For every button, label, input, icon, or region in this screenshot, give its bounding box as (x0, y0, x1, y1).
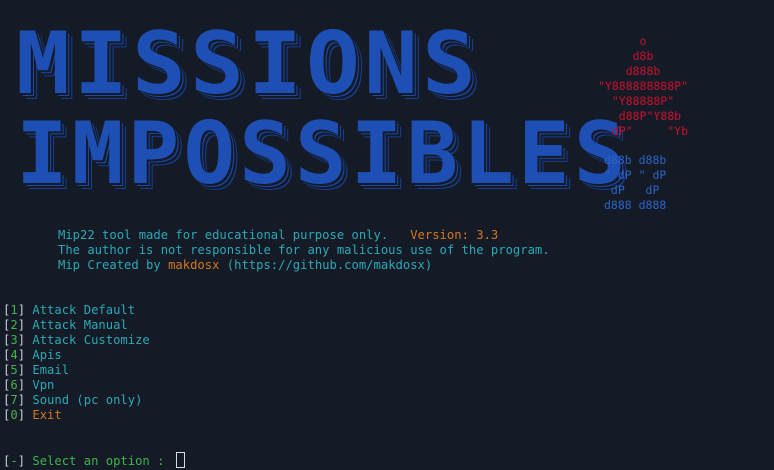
ascii-art-blue-logo: d88b d88b " dP " dP dP dP d888 d888 (604, 153, 667, 212)
menu-item-apis[interactable]: [4] Apis (3, 348, 150, 363)
credits-prefix: Mip Created by (58, 258, 169, 272)
menu-label: Apis (32, 348, 62, 362)
menu-label: Attack Manual (32, 318, 128, 332)
menu-number: 2 (10, 318, 18, 332)
menu-number: 7 (10, 393, 18, 407)
menu-item-vpn[interactable]: [6] Vpn (3, 378, 150, 393)
menu-number: 5 (10, 363, 18, 377)
banner-impossibles: IMPOSSIBLES (16, 104, 630, 204)
disclaimer-text: The author is not responsible for any ma… (58, 243, 550, 257)
menu-number: 4 (10, 348, 18, 362)
menu-number: 3 (10, 333, 18, 347)
prompt-marker: - (10, 454, 18, 468)
menu-number: 0 (10, 408, 18, 422)
info-block: Mip22 tool made for educational purpose … (58, 228, 550, 273)
prompt-text: Select an option : (25, 454, 172, 468)
version-text: Version: 3.3 (410, 228, 499, 242)
ascii-art-red-logo: o d8b d888b "Y888888888P" "Y88888P" d88P… (598, 34, 689, 138)
menu-label: Exit (32, 408, 62, 422)
menu-label: Attack Customize (32, 333, 150, 347)
menu-number: 6 (10, 378, 18, 392)
menu-label: Sound (pc only) (32, 393, 143, 407)
option-prompt: [-] Select an option : (3, 452, 185, 469)
menu-item-attack-manual[interactable]: [2] Attack Manual (3, 318, 150, 333)
menu-label: Email (32, 363, 70, 377)
author-name: makdosx (168, 258, 220, 272)
menu-item-email[interactable]: [5] Email (3, 363, 150, 378)
menu-label: Vpn (32, 378, 55, 392)
menu-label: Attack Default (32, 303, 136, 317)
banner-missions: MISSIONS (16, 14, 481, 114)
main-menu: [1] Attack Default [2] Attack Manual [3]… (3, 303, 150, 423)
info-line-purpose: Mip22 tool made for educational purpose … (58, 228, 550, 243)
terminal-input-cursor[interactable] (175, 452, 185, 468)
info-line-credits: Mip Created by makdosx (https://github.c… (58, 258, 550, 273)
menu-number: 1 (10, 303, 18, 317)
purpose-text: Mip22 tool made for educational purpose … (58, 228, 411, 242)
menu-item-attack-default[interactable]: [1] Attack Default (3, 303, 150, 318)
menu-item-exit[interactable]: [0] Exit (3, 408, 150, 423)
menu-item-sound[interactable]: [7] Sound (pc only) (3, 393, 150, 408)
menu-item-attack-customize[interactable]: [3] Attack Customize (3, 333, 150, 348)
author-url: (https://github.com/makdosx) (219, 258, 433, 272)
